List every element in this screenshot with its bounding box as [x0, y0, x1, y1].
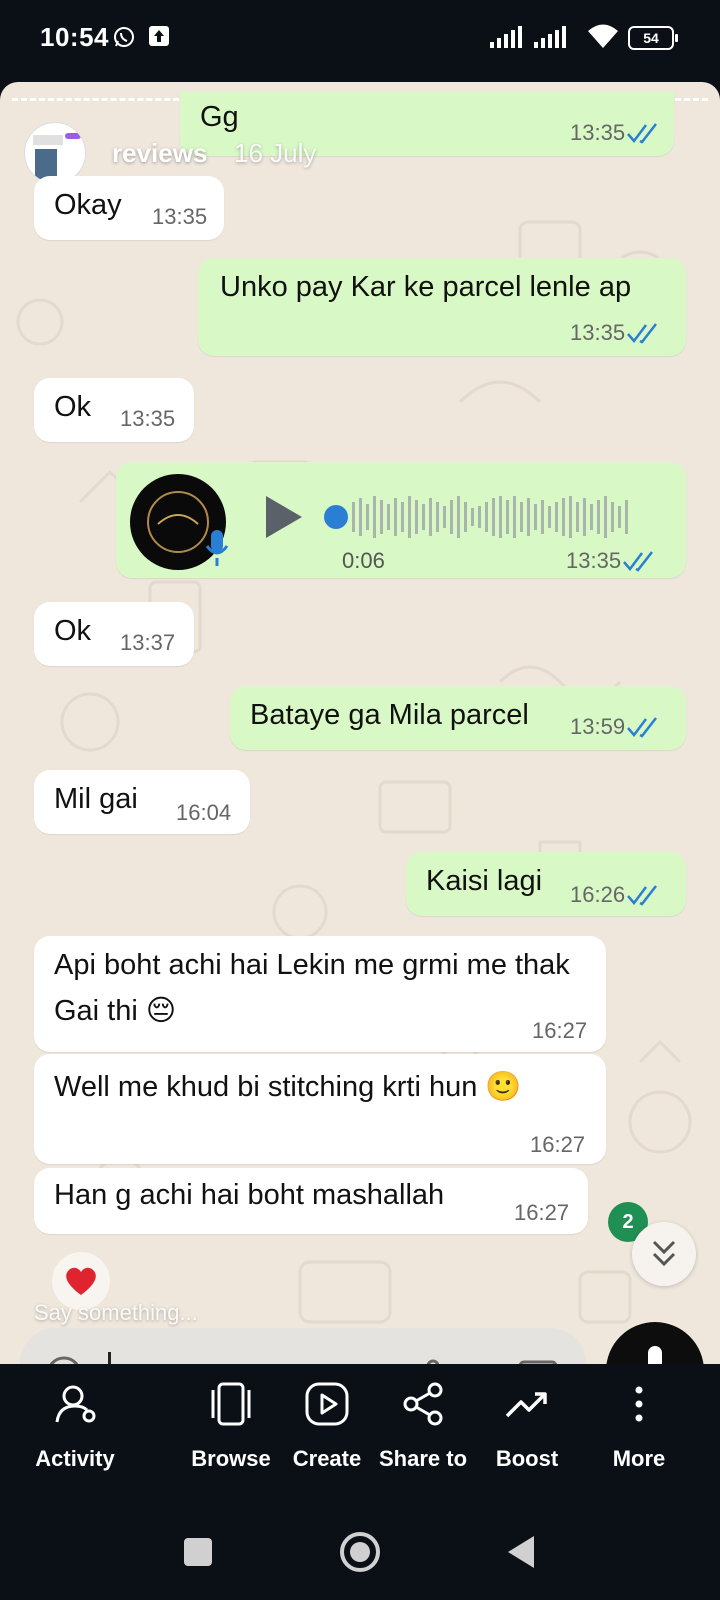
message-text: Han g achi hai boht mashallah	[54, 1179, 445, 1211]
action-label: Create	[292, 1446, 362, 1471]
double-tick-icon	[627, 123, 657, 144]
message-time: 16:04	[176, 800, 232, 825]
boost-icon	[505, 1392, 547, 1418]
message-bubble-outgoing[interactable]: Unko pay Kar ke parcel lenle ap 13:35	[198, 258, 686, 356]
reply-prompt: Say something...	[34, 1300, 198, 1325]
message-time: 13:35	[120, 406, 176, 431]
message-text: Mil gai	[54, 783, 138, 815]
action-label: Boost	[495, 1446, 559, 1471]
message-time: 16:27	[514, 1200, 570, 1225]
message-bubble-incoming[interactable]: Ok 13:37	[34, 602, 194, 666]
message-bubble-outgoing[interactable]: Bataye ga Mila parcel 13:59	[230, 686, 686, 750]
avatar[interactable]	[24, 122, 86, 184]
message-bubble-incoming[interactable]: Mil gai 16:04	[34, 770, 250, 834]
message-text: Unko pay Kar ke parcel lenle ap	[220, 271, 632, 303]
upload-icon	[149, 26, 169, 46]
message-text: Api boht achi hai Lekin me grmi me thak …	[54, 949, 570, 1027]
camera-icon[interactable]	[516, 1354, 560, 1364]
message-time: 16:27	[530, 1132, 586, 1157]
share-icon	[403, 1382, 443, 1426]
message-time: 13:35	[570, 120, 626, 145]
status-bar: 10:54 54	[0, 0, 720, 80]
message-time: 13:35	[570, 320, 626, 345]
more-icon	[635, 1386, 643, 1422]
activity-button[interactable]: Activity	[20, 1382, 130, 1492]
boost-button[interactable]: Boost	[472, 1382, 582, 1492]
share-button[interactable]: Share to	[368, 1382, 478, 1492]
signal-icon	[490, 26, 522, 48]
signal-icon	[534, 26, 566, 48]
mic-icon	[648, 1346, 662, 1364]
message-text: Kaisi lagi	[426, 865, 543, 897]
browse-icon	[211, 1382, 251, 1426]
system-nav-bar	[0, 1494, 720, 1600]
message-time: 16:26	[570, 882, 626, 907]
story-date: 16 July	[234, 138, 317, 168]
message-text: Well me khud bi stitching krti hun 🙂	[54, 1071, 522, 1103]
emoji-icon	[49, 1356, 79, 1364]
double-tick-icon	[627, 885, 657, 906]
wifi-icon	[588, 24, 618, 48]
message-time: 13:35	[152, 204, 208, 229]
attach-icon[interactable]	[418, 1356, 448, 1364]
action-label: Activity	[35, 1446, 115, 1471]
action-label: More	[612, 1446, 666, 1471]
message-text: Okay	[54, 189, 122, 221]
double-tick-icon	[627, 323, 657, 344]
voice-duration: 0:06	[342, 548, 385, 573]
battery-icon: 54	[628, 26, 678, 50]
double-tick-icon	[627, 717, 657, 738]
voice-waveform[interactable]	[322, 492, 642, 542]
back-icon[interactable]	[500, 1530, 544, 1574]
recents-icon[interactable]	[176, 1530, 220, 1574]
message-time: 13:35	[566, 548, 622, 573]
message-text: Ok	[54, 391, 92, 423]
browse-button[interactable]: Browse	[176, 1382, 286, 1492]
mic-icon	[205, 530, 229, 566]
double-tick-icon	[623, 551, 653, 572]
message-bubble-incoming[interactable]: Okay 13:35	[34, 176, 224, 240]
whatsapp-icon	[114, 27, 134, 47]
message-time: 13:37	[120, 630, 176, 655]
reply-input[interactable]	[20, 1328, 586, 1364]
message-text: Gg	[200, 101, 239, 133]
scroll-down-button[interactable]	[632, 1222, 696, 1286]
status-time: 10:54	[40, 22, 109, 52]
home-icon[interactable]	[338, 1530, 382, 1574]
play-icon[interactable]	[264, 494, 304, 540]
action-label: Share to	[378, 1446, 468, 1471]
create-button[interactable]: Create	[272, 1382, 382, 1492]
text-cursor	[108, 1352, 111, 1364]
message-bubble-incoming[interactable]: Well me khud bi stitching krti hun 🙂 16:…	[34, 1054, 606, 1164]
message-time: 16:27	[532, 1018, 588, 1043]
message-text: Ok	[54, 615, 92, 647]
activity-icon	[55, 1385, 96, 1423]
message-time: 13:59	[570, 714, 626, 739]
story-action-bar: Activity Browse Create Share to Boost Mo…	[0, 1364, 720, 1494]
message-bubble-incoming[interactable]: Ok 13:35	[34, 378, 194, 442]
heart-icon	[66, 1267, 96, 1295]
more-button[interactable]: More	[584, 1382, 694, 1492]
story-viewer[interactable]: Gg 13:35 reviews 16 July Okay 13:35 Unko…	[0, 82, 720, 1364]
message-bubble-outgoing[interactable]: Kaisi lagi 16:26	[406, 852, 686, 916]
message-bubble-incoming[interactable]: Api boht achi hai Lekin me grmi me thak …	[34, 936, 606, 1052]
message-bubble-incoming[interactable]: Han g achi hai boht mashallah 16:27	[34, 1168, 588, 1234]
screen: 10:54 54 Gg 13:35 reviews 16 July Okay 1…	[0, 0, 720, 1600]
double-chevron-down-icon	[652, 1240, 676, 1267]
message-text: Bataye ga Mila parcel	[250, 699, 529, 731]
create-icon	[305, 1382, 349, 1426]
story-username[interactable]: reviews	[112, 138, 207, 169]
voice-message-bubble[interactable]: 0:06 13:35	[116, 462, 686, 578]
action-label: Browse	[191, 1446, 271, 1471]
